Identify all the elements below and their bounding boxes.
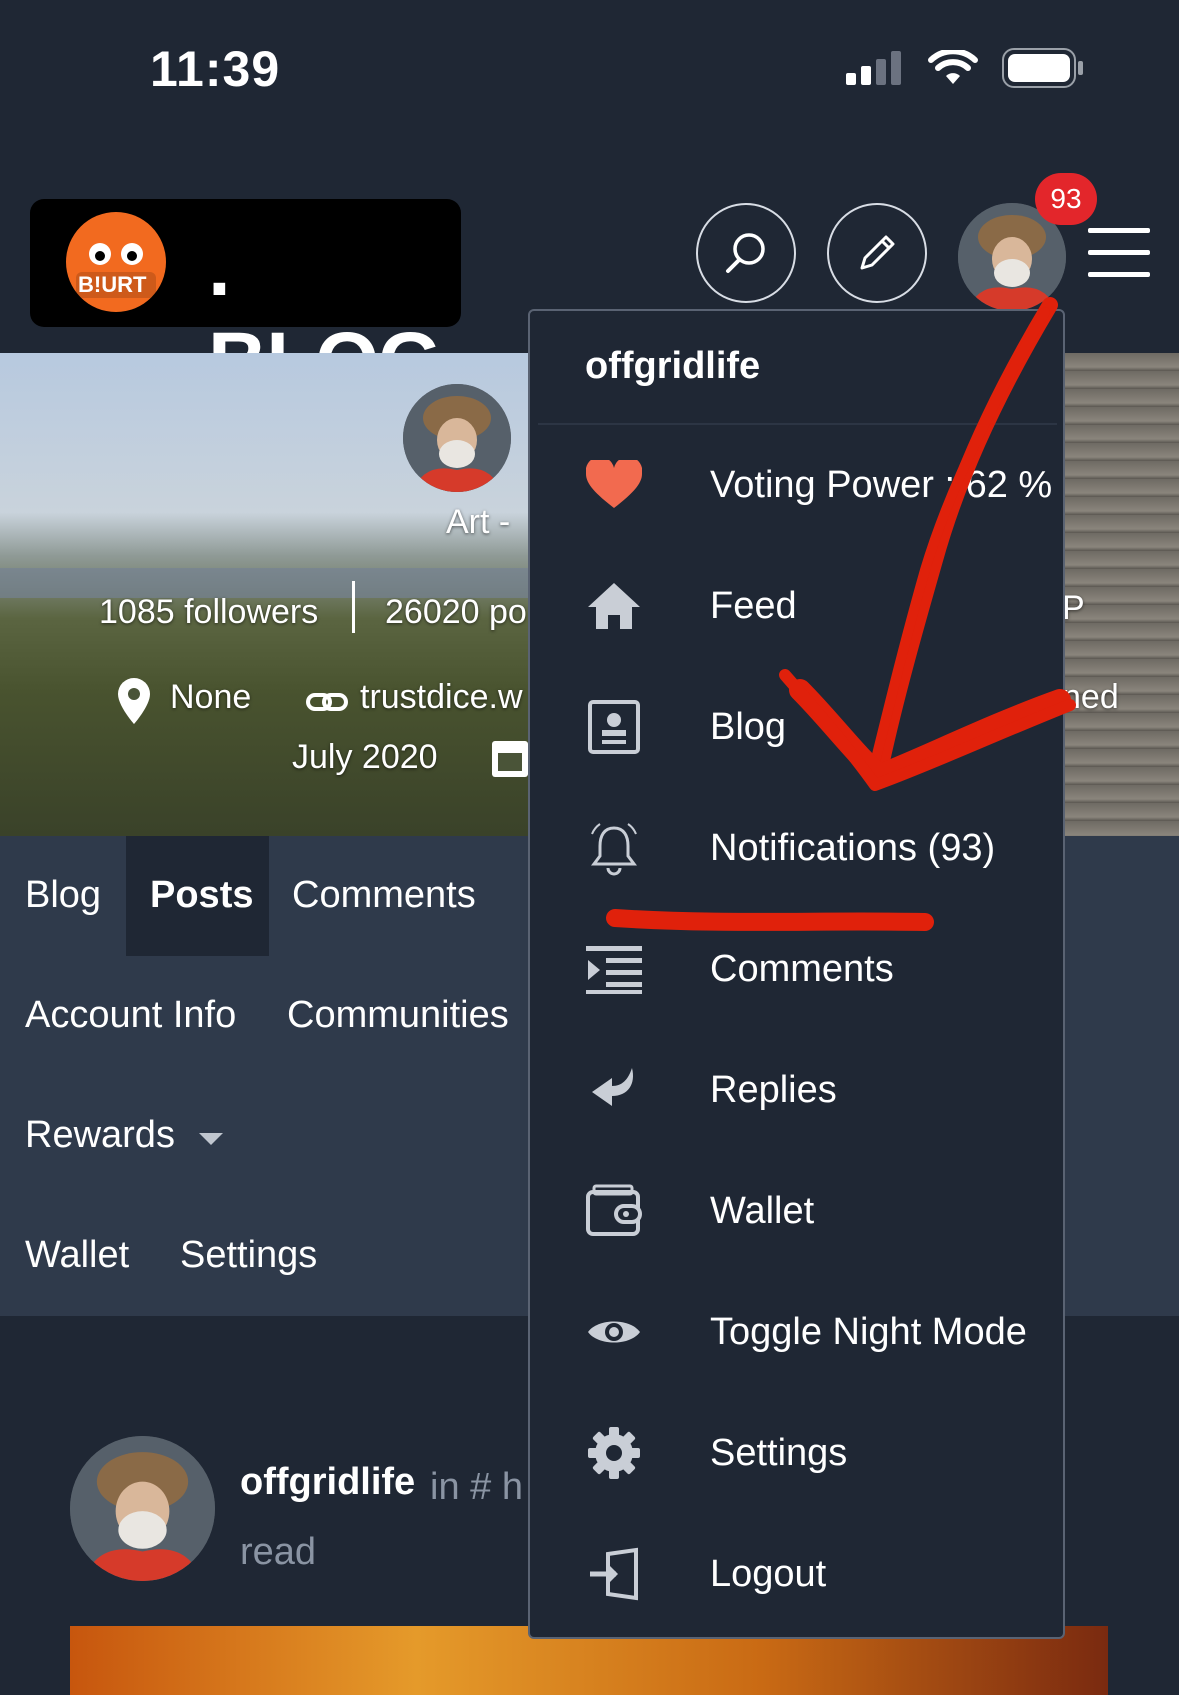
- tab-comments[interactable]: Comments: [292, 874, 476, 917]
- menu-item-wallet[interactable]: Wallet: [585, 1171, 814, 1251]
- location-pin-icon: [118, 678, 150, 724]
- post-author-avatar[interactable]: [70, 1436, 215, 1581]
- eye-icon: [588, 1321, 640, 1343]
- tab-rewards[interactable]: Rewards: [25, 1114, 226, 1157]
- menu-item-voting-power[interactable]: Voting Power : 62 %: [585, 445, 1052, 525]
- link-icon: [306, 693, 348, 711]
- tab-account-info[interactable]: Account Info: [25, 994, 236, 1037]
- status-time: 11:39: [150, 41, 281, 97]
- heart-icon: [586, 460, 642, 508]
- status-bar: 11:39: [0, 0, 1179, 150]
- battery-icon: [1002, 48, 1083, 88]
- post-community[interactable]: in # h: [430, 1466, 523, 1509]
- logo-badge-text: B!URT: [78, 272, 147, 297]
- compose-button[interactable]: [827, 203, 927, 303]
- tab-blog[interactable]: Blog: [25, 874, 101, 917]
- search-icon: [726, 233, 765, 273]
- wallet-icon: [586, 1184, 642, 1236]
- tab-posts[interactable]: Posts: [150, 874, 253, 917]
- status-icons: [846, 48, 1084, 88]
- post-read-time: read: [240, 1531, 317, 1573]
- menu-item-comments[interactable]: Comments: [585, 929, 894, 1009]
- followers-count[interactable]: 1085 followers: [99, 593, 318, 632]
- menu-item-label: Blog: [710, 705, 787, 748]
- search-button[interactable]: [696, 203, 796, 303]
- menu-item-notifications[interactable]: Notifications (93): [585, 808, 995, 888]
- profile-location: None: [170, 678, 252, 716]
- menu-item-label: Notifications (93): [710, 826, 996, 869]
- menu-item-label: Settings: [710, 1431, 848, 1474]
- dropdown-username[interactable]: offgridlife: [585, 345, 760, 388]
- dropdown-divider: [538, 423, 1057, 425]
- blurt-blog-logo[interactable]: B!URT . BLOG: [30, 199, 461, 407]
- profile-name: Art -: [446, 503, 511, 541]
- home-icon: [588, 583, 640, 629]
- tab-communities[interactable]: Communities: [287, 994, 509, 1037]
- tab-settings[interactable]: Settings: [180, 1234, 317, 1277]
- menu-item-logout[interactable]: Logout: [585, 1534, 826, 1614]
- bell-icon: [591, 823, 637, 876]
- profile-stat-partial: P: [1062, 589, 1085, 627]
- menu-item-label: Logout: [710, 1552, 827, 1595]
- blog-icon: [588, 700, 640, 754]
- gear-icon: [588, 1427, 640, 1479]
- menu-item-label: Replies: [710, 1068, 837, 1111]
- menu-item-label: Voting Power : 62 %: [710, 463, 1053, 506]
- user-dropdown-menu: offgridlife Voting Power : 62 % Feed Blo…: [528, 309, 1065, 1639]
- hamburger-icon: [1088, 228, 1150, 233]
- pencil-icon: [860, 235, 895, 270]
- posts-count: 26020 po: [385, 593, 527, 631]
- menu-item-toggle-night-mode[interactable]: Toggle Night Mode: [585, 1292, 1027, 1372]
- hamburger-menu-button[interactable]: [1088, 228, 1150, 278]
- menu-item-feed[interactable]: Feed: [585, 566, 797, 646]
- logout-icon: [590, 1547, 638, 1601]
- notification-badge[interactable]: 93: [1035, 173, 1097, 225]
- cellular-signal-icon: [846, 51, 901, 85]
- calendar-icon: [492, 741, 528, 777]
- profile-joined-date: July 2020: [292, 738, 438, 776]
- profile-website-link[interactable]: trustdice.w: [360, 678, 523, 717]
- reply-icon: [592, 1068, 634, 1106]
- tab-rewards-label: Rewards: [25, 1114, 175, 1156]
- menu-item-label: Toggle Night Mode: [710, 1310, 1027, 1353]
- menu-item-label: Wallet: [710, 1189, 815, 1232]
- menu-item-replies[interactable]: Replies: [585, 1050, 837, 1130]
- comments-list-icon: [586, 946, 642, 994]
- logo-mascot: B!URT: [66, 212, 166, 312]
- menu-item-label: Feed: [710, 584, 797, 627]
- post-author[interactable]: offgridlife: [240, 1461, 415, 1504]
- caret-down-icon: [198, 1133, 223, 1145]
- wifi-icon: [928, 50, 978, 84]
- profile-joined-partial: ned: [1062, 678, 1119, 716]
- menu-item-label: Comments: [710, 947, 894, 990]
- menu-item-settings[interactable]: Settings: [585, 1413, 847, 1493]
- profile-avatar: [403, 384, 511, 492]
- tab-wallet[interactable]: Wallet: [25, 1234, 129, 1277]
- menu-item-blog[interactable]: Blog: [585, 687, 786, 767]
